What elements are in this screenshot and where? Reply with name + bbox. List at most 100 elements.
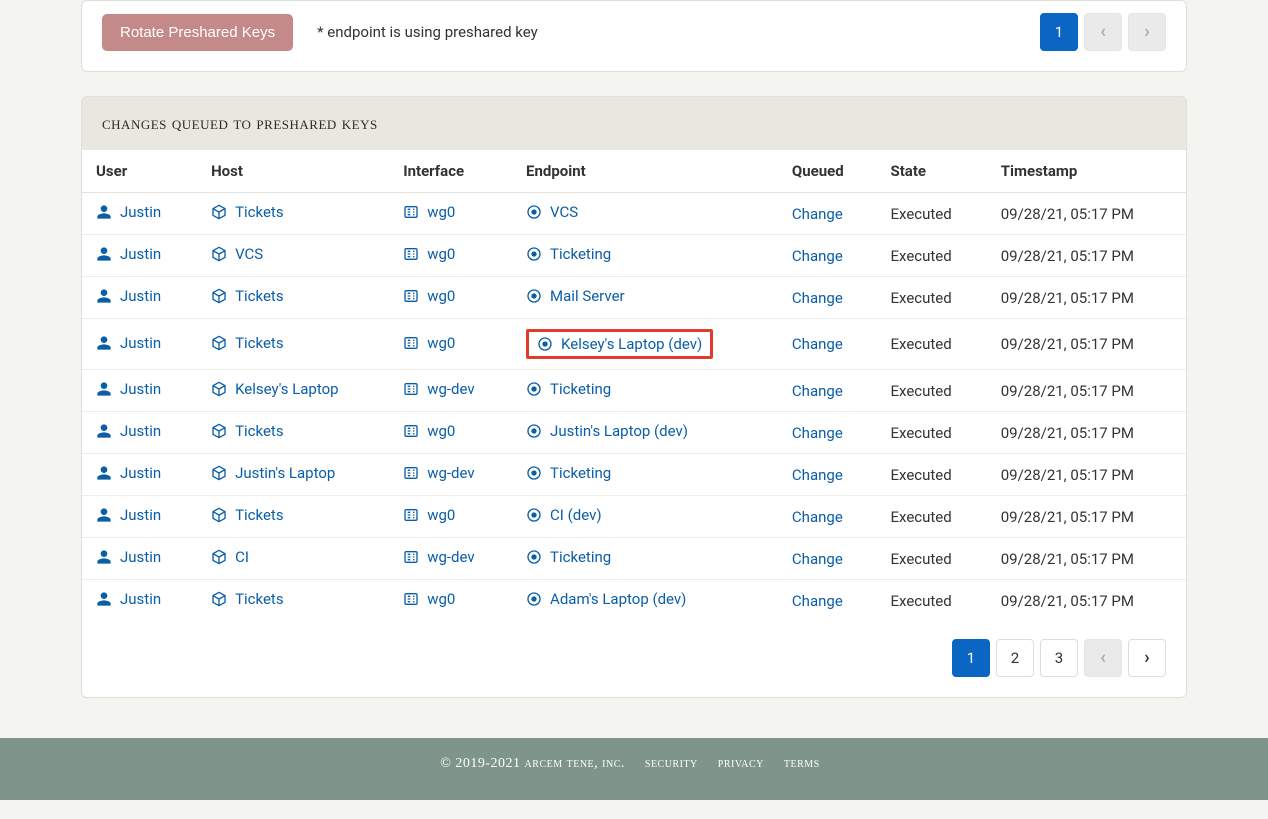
timestamp-label: 09/28/21, 05:17 PM	[1001, 335, 1134, 353]
endpoint-link[interactable]: Adam's Laptop (dev)	[526, 590, 686, 608]
person-icon	[96, 591, 112, 607]
cube-icon	[211, 465, 227, 481]
cube-icon	[211, 381, 227, 397]
host-label: Justin's Laptop	[235, 464, 335, 482]
host-link[interactable]: VCS	[211, 245, 263, 263]
host-link[interactable]: Tickets	[211, 334, 284, 352]
queued-change-link[interactable]: Change	[792, 247, 843, 265]
footer-link-terms[interactable]: terms	[784, 756, 820, 771]
user-link[interactable]: Justin	[96, 590, 161, 608]
user-link[interactable]: Justin	[96, 287, 161, 305]
queued-change-link[interactable]: Change	[792, 592, 843, 610]
queued-change-link[interactable]: Change	[792, 466, 843, 484]
endpoint-link[interactable]: Mail Server	[526, 287, 625, 305]
host-label: Kelsey's Laptop	[235, 380, 339, 398]
interface-link[interactable]: wg0	[403, 334, 455, 352]
interface-link[interactable]: wg0	[403, 245, 455, 263]
page-3-button[interactable]: 3	[1040, 639, 1078, 677]
endpoint-icon	[526, 381, 542, 397]
host-link[interactable]: CI	[211, 548, 249, 566]
state-label: Executed	[891, 592, 952, 610]
endpoint-link[interactable]: CI (dev)	[526, 506, 602, 524]
queued-change-link[interactable]: Change	[792, 424, 843, 442]
timestamp-label: 09/28/21, 05:17 PM	[1001, 247, 1134, 265]
endpoint-link[interactable]: Ticketing	[526, 464, 611, 482]
user-link[interactable]: Justin	[96, 422, 161, 440]
user-label: Justin	[120, 334, 161, 352]
interface-icon	[403, 381, 419, 397]
interface-link[interactable]: wg0	[403, 506, 455, 524]
endpoint-link[interactable]: Kelsey's Laptop (dev)	[526, 329, 713, 359]
cube-icon	[211, 549, 227, 565]
host-label: Tickets	[235, 287, 284, 305]
col-timestamp: Timestamp	[987, 150, 1186, 193]
endpoint-link[interactable]: Ticketing	[526, 548, 611, 566]
user-link[interactable]: Justin	[96, 548, 161, 566]
footer-link-privacy[interactable]: privacy	[718, 756, 764, 771]
user-label: Justin	[120, 506, 161, 524]
queued-change-link[interactable]: Change	[792, 289, 843, 307]
cube-icon	[211, 507, 227, 523]
page-1-button[interactable]: 1	[1040, 13, 1078, 51]
timestamp-label: 09/28/21, 05:17 PM	[1001, 382, 1134, 400]
state-label: Executed	[891, 335, 952, 353]
rotate-preshared-keys-button[interactable]: Rotate Preshared Keys	[102, 14, 293, 51]
table-row: Justin Tickets wg0 Adam's Laptop (dev) Chang…	[82, 580, 1186, 622]
queued-change-link[interactable]: Change	[792, 335, 843, 353]
endpoint-icon	[526, 549, 542, 565]
user-link[interactable]: Justin	[96, 245, 161, 263]
endpoint-icon	[526, 204, 542, 220]
table-row: Justin Justin's Laptop wg-dev Ticketing Chan…	[82, 454, 1186, 496]
col-interface: Interface	[389, 150, 512, 193]
user-link[interactable]: Justin	[96, 464, 161, 482]
endpoint-icon	[526, 507, 542, 523]
interface-link[interactable]: wg0	[403, 590, 455, 608]
person-icon	[96, 288, 112, 304]
user-label: Justin	[120, 464, 161, 482]
host-link[interactable]: Tickets	[211, 590, 284, 608]
queued-change-link[interactable]: Change	[792, 508, 843, 526]
host-link[interactable]: Tickets	[211, 287, 284, 305]
user-link[interactable]: Justin	[96, 380, 161, 398]
timestamp-label: 09/28/21, 05:17 PM	[1001, 508, 1134, 526]
endpoint-link[interactable]: Ticketing	[526, 245, 611, 263]
site-footer: © 2019-2021 arcem tene, inc. security pr…	[0, 738, 1268, 800]
queued-change-link[interactable]: Change	[792, 205, 843, 223]
interface-link[interactable]: wg-dev	[403, 380, 474, 398]
col-queued: Queued	[778, 150, 877, 193]
preshared-key-note: * endpoint is using preshared key	[317, 23, 538, 41]
cube-icon	[211, 288, 227, 304]
interface-link[interactable]: wg0	[403, 422, 455, 440]
queued-change-link[interactable]: Change	[792, 382, 843, 400]
page-2-button[interactable]: 2	[996, 639, 1034, 677]
next-page-button[interactable]: ›	[1128, 639, 1166, 677]
host-link[interactable]: Tickets	[211, 422, 284, 440]
user-link[interactable]: Justin	[96, 203, 161, 221]
page-1-button[interactable]: 1	[952, 639, 990, 677]
endpoint-icon	[526, 246, 542, 262]
interface-link[interactable]: wg-dev	[403, 548, 474, 566]
queued-change-link[interactable]: Change	[792, 550, 843, 568]
interface-link[interactable]: wg0	[403, 287, 455, 305]
user-link[interactable]: Justin	[96, 334, 161, 352]
cube-icon	[211, 204, 227, 220]
host-link[interactable]: Justin's Laptop	[211, 464, 335, 482]
col-user: User	[82, 150, 197, 193]
state-label: Executed	[891, 550, 952, 568]
host-link[interactable]: Kelsey's Laptop	[211, 380, 339, 398]
endpoint-link[interactable]: VCS	[526, 203, 578, 221]
user-link[interactable]: Justin	[96, 506, 161, 524]
host-link[interactable]: Tickets	[211, 506, 284, 524]
user-label: Justin	[120, 548, 161, 566]
footer-link-security[interactable]: security	[645, 756, 698, 771]
host-link[interactable]: Tickets	[211, 203, 284, 221]
endpoint-link[interactable]: Justin's Laptop (dev)	[526, 422, 688, 440]
interface-link[interactable]: wg-dev	[403, 464, 474, 482]
endpoint-label: VCS	[550, 203, 578, 221]
table-row: Justin Tickets wg0 Kelsey's Laptop (dev) Cha…	[82, 319, 1186, 370]
endpoint-icon	[537, 336, 553, 352]
interface-link[interactable]: wg0	[403, 203, 455, 221]
endpoint-link[interactable]: Ticketing	[526, 380, 611, 398]
interface-icon	[403, 204, 419, 220]
endpoint-label: Ticketing	[550, 245, 611, 263]
